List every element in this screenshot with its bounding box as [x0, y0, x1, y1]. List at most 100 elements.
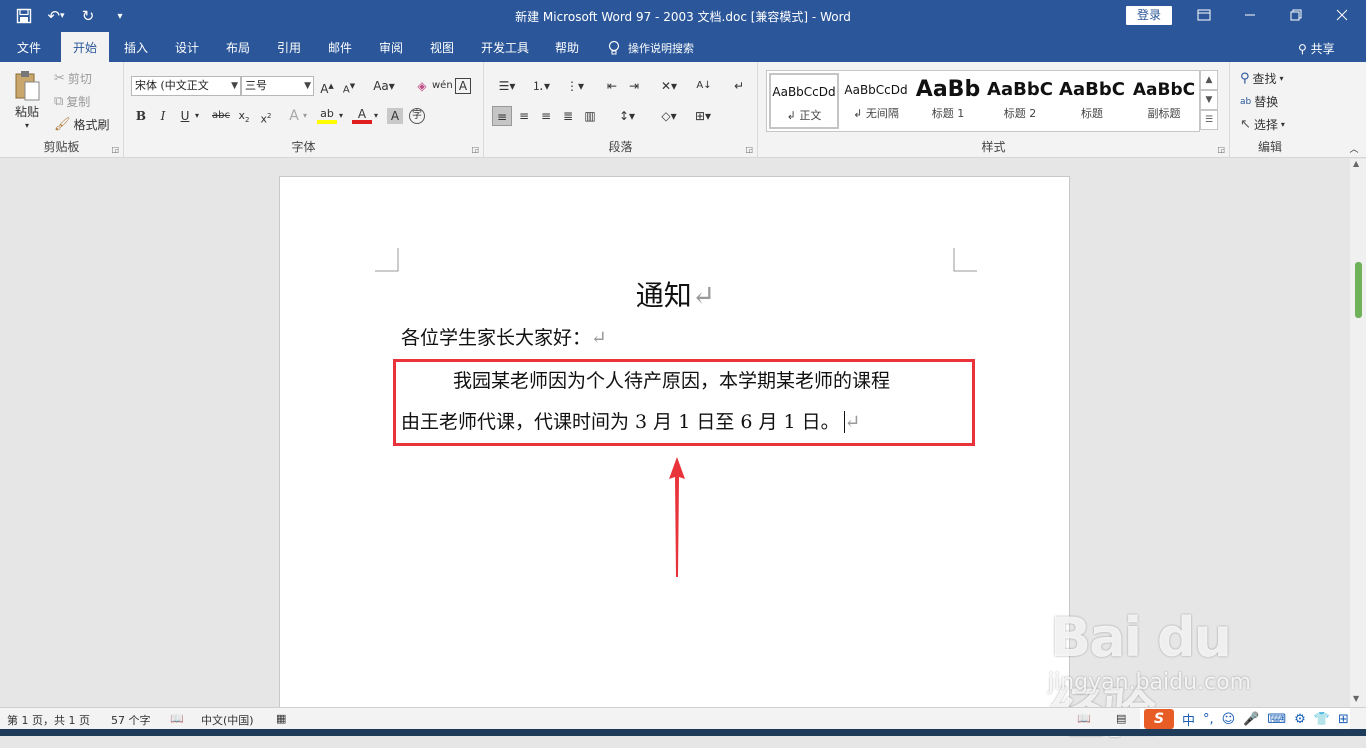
ime-toolbar[interactable]: S 中 °, ☺ 🎤 ⌨ ⚙ 👕 ⊞ [1140, 708, 1350, 730]
word-count[interactable]: 57 个字 [111, 712, 151, 728]
clear-formatting-icon[interactable]: ◈ [412, 76, 432, 96]
punctuation-icon[interactable]: °, [1203, 712, 1214, 727]
italic-icon[interactable]: I [153, 106, 173, 126]
font-size-combo[interactable]: 三号 ▼ [241, 76, 314, 96]
tab-file[interactable]: 文件 [8, 32, 50, 62]
subscript-icon[interactable]: x2 [234, 106, 254, 126]
select-button[interactable]: ↖ 选择 ▾ [1240, 116, 1285, 133]
superscript-icon[interactable]: x2 [256, 106, 276, 126]
proofing-icon[interactable]: 📖 [170, 712, 184, 725]
dialog-launcher-icon[interactable]: ◲ [745, 145, 753, 154]
gallery-scroll-up-icon[interactable]: ▲ [1200, 70, 1218, 90]
scroll-thumb[interactable] [1355, 262, 1362, 318]
style-heading-2[interactable]: AaBbC 标题 2 [985, 73, 1055, 129]
bullets-icon[interactable]: ☰▾ [492, 76, 522, 96]
skin-icon[interactable]: ⚙ [1294, 712, 1306, 727]
keyboard-icon[interactable]: ⌨ [1267, 712, 1286, 727]
gallery-scroll-down-icon[interactable]: ▼ [1200, 90, 1218, 110]
distributed-icon[interactable]: ▥ [580, 106, 600, 126]
show-marks-icon[interactable]: ↵ [729, 76, 749, 96]
increase-indent-icon[interactable]: ⇥ [624, 76, 644, 96]
vertical-scrollbar[interactable]: ▲ ▼ [1350, 159, 1366, 707]
tab-home[interactable]: 开始 [61, 32, 109, 62]
copy-button[interactable]: ⧉ 复制 [54, 93, 90, 110]
tab-design[interactable]: 设计 [166, 32, 208, 62]
tab-insert[interactable]: 插入 [115, 32, 157, 62]
align-center-icon[interactable]: ≡ [514, 106, 534, 126]
share-button[interactable]: ⚲ 共享 [1298, 40, 1335, 57]
dialog-launcher-icon[interactable]: ◲ [1217, 145, 1225, 154]
justify-icon[interactable]: ≣ [558, 106, 578, 126]
change-case-button[interactable]: Aa▾ [368, 76, 400, 96]
dialog-launcher-icon[interactable]: ◲ [111, 145, 119, 154]
document-heading[interactable]: 通知↵ [280, 274, 1071, 314]
style-no-spacing[interactable]: AaBbCcDd ↲ 无间隔 [841, 73, 911, 129]
style-heading-1[interactable]: AaBb 标题 1 [913, 73, 983, 129]
chevron-down-icon[interactable]: ▾ [336, 106, 346, 126]
restore-icon[interactable] [1274, 4, 1318, 26]
chevron-down-icon[interactable]: ▾ [371, 106, 381, 126]
document-page[interactable]: 通知↵ 各位学生家长大家好：↵ 我园某老师因为个人待产原因，本学期某老师的课程 … [279, 176, 1070, 707]
borders-icon[interactable]: ⊞▾ [688, 106, 718, 126]
character-border-icon[interactable]: A [455, 78, 471, 94]
phonetic-guide-icon[interactable]: wén [432, 76, 453, 96]
chevron-down-icon[interactable]: ▾ [192, 106, 202, 126]
ime-mode[interactable]: 中 [1182, 710, 1195, 729]
tab-mailings[interactable]: 邮件 [319, 32, 361, 62]
style-normal[interactable]: AaBbCcDd ↲ 正文 [769, 73, 839, 129]
font-color-icon[interactable]: A [352, 106, 372, 124]
microphone-icon[interactable]: 🎤 [1243, 712, 1259, 727]
ribbon-display-options-icon[interactable] [1182, 4, 1226, 26]
greeting-paragraph[interactable]: 各位学生家长大家好：↵ [401, 323, 607, 350]
tab-references[interactable]: 引用 [268, 32, 310, 62]
align-left-icon[interactable]: ≡ [492, 106, 512, 126]
decrease-indent-icon[interactable]: ⇤ [602, 76, 622, 96]
strikethrough-icon[interactable]: abc [209, 106, 233, 126]
language-status[interactable]: 中文(中国) [201, 712, 254, 728]
scroll-up-icon[interactable]: ▲ [1353, 159, 1359, 168]
sort-icon[interactable]: A↓ [694, 76, 714, 96]
find-button[interactable]: ⚲ 查找 ▾ [1240, 70, 1284, 87]
tab-help[interactable]: 帮助 [546, 32, 588, 62]
print-layout-icon[interactable]: ▤ [1116, 712, 1126, 725]
tell-me-search[interactable]: 操作说明搜索 [608, 40, 694, 56]
document-workspace[interactable]: 通知↵ 各位学生家长大家好：↵ 我园某老师因为个人待产原因，本学期某老师的课程 … [0, 159, 1350, 707]
chinese-layout-icon[interactable]: ✕▾ [654, 76, 684, 96]
cut-button[interactable]: ✂ 剪切 [54, 70, 92, 87]
minimize-icon[interactable] [1228, 4, 1272, 26]
chevron-down-icon[interactable]: ▾ [300, 106, 310, 126]
shrink-font-icon[interactable]: A▼ [339, 76, 359, 96]
gallery-more-icon[interactable]: ☰ [1200, 110, 1218, 130]
shirt-icon[interactable]: 👕 [1314, 712, 1330, 727]
login-button[interactable]: 登录 [1126, 6, 1172, 25]
style-subtitle[interactable]: AaBbC 副标题 [1129, 73, 1199, 129]
align-right-icon[interactable]: ≡ [536, 106, 556, 126]
enclose-characters-icon[interactable]: 字 [409, 108, 425, 124]
grid-menu-icon[interactable]: ⊞ [1338, 712, 1349, 727]
macro-record-icon[interactable]: ▦ [276, 712, 286, 725]
paste-button[interactable]: 粘贴 ▾ [12, 70, 42, 130]
multilevel-list-icon[interactable]: ⋮▾ [560, 76, 590, 96]
read-mode-icon[interactable]: 📖 [1077, 712, 1091, 725]
tab-review[interactable]: 审阅 [370, 32, 412, 62]
shading-icon[interactable]: ◇▾ [654, 106, 684, 126]
replace-button[interactable]: ab 替换 [1240, 93, 1278, 110]
emoji-icon[interactable]: ☺ [1222, 712, 1236, 727]
character-shading-icon[interactable]: A [387, 108, 403, 124]
format-painter-button[interactable]: 🖌 格式刷 [54, 116, 110, 133]
close-icon[interactable] [1320, 4, 1364, 26]
highlighter-icon[interactable]: ab [317, 106, 337, 124]
collapse-ribbon-icon[interactable]: ︿ [1344, 140, 1364, 160]
numbering-icon[interactable]: ⒈▾ [526, 76, 556, 96]
tab-layout[interactable]: 布局 [217, 32, 259, 62]
dialog-launcher-icon[interactable]: ◲ [471, 145, 479, 154]
grow-font-icon[interactable]: A▲ [317, 76, 337, 96]
style-title[interactable]: AaBbC 标题 [1057, 73, 1127, 129]
page-count[interactable]: 第 1 页，共 1 页 [7, 712, 90, 728]
tab-developer[interactable]: 开发工具 [474, 32, 536, 62]
line-spacing-icon[interactable]: ↕▾ [612, 106, 642, 126]
scroll-down-icon[interactable]: ▼ [1353, 694, 1359, 703]
tab-view[interactable]: 视图 [421, 32, 463, 62]
font-name-combo[interactable]: 宋体 (中文正文 ▼ [131, 76, 241, 96]
bold-icon[interactable]: B [131, 106, 151, 126]
